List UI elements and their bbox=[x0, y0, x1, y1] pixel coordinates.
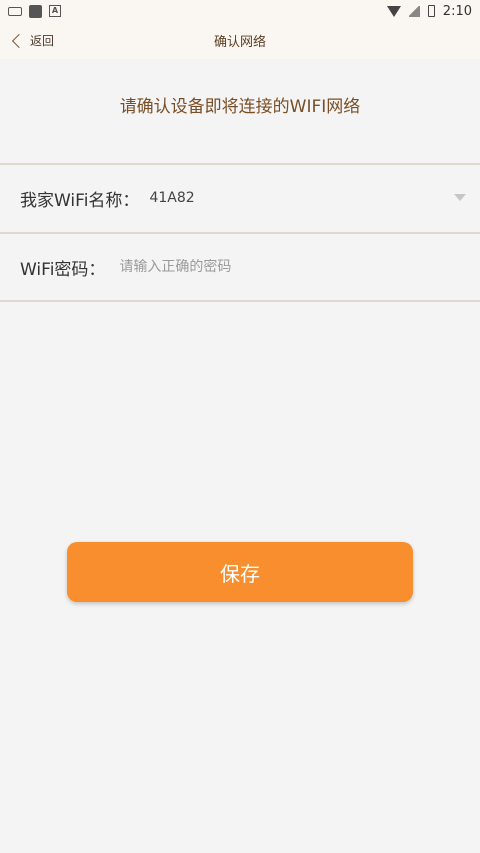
notification-icon bbox=[29, 4, 42, 18]
wifi-name-value: 41A82 bbox=[149, 190, 195, 206]
keyboard-icon bbox=[8, 6, 22, 16]
wifi-password-row: WiFi密码： bbox=[0, 234, 480, 300]
back-label: 返回 bbox=[30, 34, 55, 48]
instruction-text: 请确认设备即将连接的WIFI网络 bbox=[119, 97, 361, 117]
chevron-left-icon bbox=[11, 33, 27, 48]
wifi-password-input[interactable] bbox=[119, 259, 420, 275]
wifi-password-label: WiFi密码： bbox=[20, 259, 106, 280]
wifi-name-row[interactable]: 我家WiFi名称： 41A82 bbox=[0, 165, 480, 231]
status-bar: A 2:10 bbox=[0, 0, 480, 22]
battery-icon bbox=[427, 5, 435, 17]
save-button[interactable]: 保存 bbox=[67, 542, 413, 602]
dropdown-arrow-icon[interactable] bbox=[454, 194, 466, 201]
save-button-label: 保存 bbox=[220, 561, 260, 586]
page-title: 确认网络 bbox=[213, 35, 266, 50]
a-icon: A bbox=[49, 5, 61, 17]
back-button[interactable]: 返回 bbox=[10, 22, 54, 59]
wifi-signal-icon bbox=[386, 5, 401, 17]
wifi-name-label: 我家WiFi名称： bbox=[20, 190, 140, 211]
status-time: 2:10 bbox=[442, 3, 472, 19]
nav-bar: 返回 确认网络 bbox=[0, 22, 480, 59]
divider bbox=[0, 300, 480, 302]
cell-signal-icon bbox=[408, 5, 420, 17]
